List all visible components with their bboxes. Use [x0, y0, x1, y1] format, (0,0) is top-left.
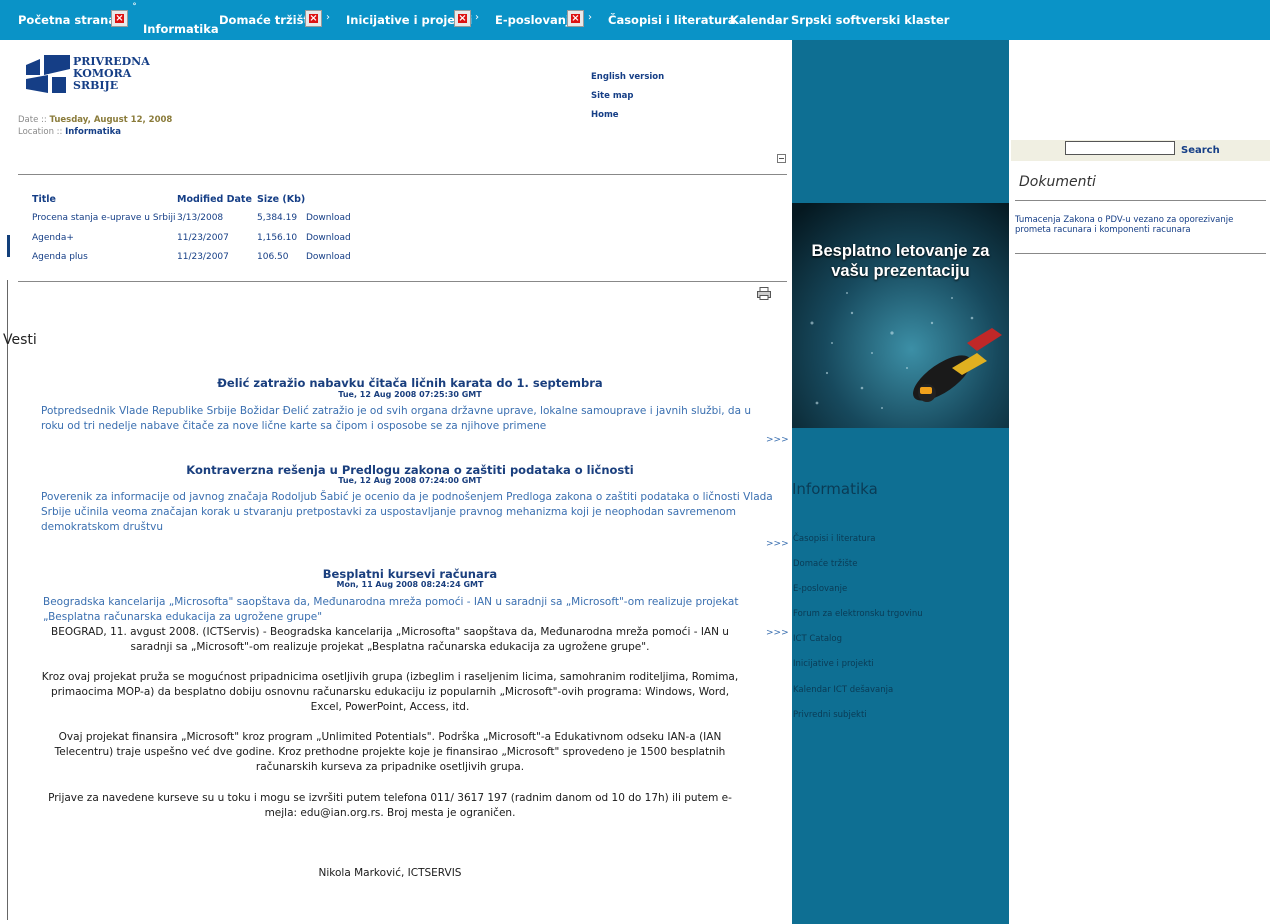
sidebar-item-privredni-subjekti[interactable]: Privredni subjekti [793, 710, 867, 720]
banner-line-1: Besplatno letovanje za [811, 242, 990, 260]
promo-banner[interactable]: Besplatno letovanje za vašu prezentaciju [792, 203, 1009, 428]
underwater-diver-image [792, 203, 1009, 428]
news-summary: Beogradska kancelarija „Microsofta" saop… [43, 596, 739, 623]
sidebar-item-ict-catalog[interactable]: ICT Catalog [793, 634, 842, 644]
divider [18, 174, 787, 175]
doc-title: Procena stanja e-uprave u Srbiji [32, 213, 176, 223]
divider [1015, 253, 1266, 254]
doc-date: 11/23/2007 [177, 252, 229, 262]
doc-size: 106.50 [257, 252, 289, 262]
location-label: Location :: [18, 127, 63, 137]
news-summary: Poverenik za informacije od javnog znača… [41, 491, 773, 533]
download-link[interactable]: Download [306, 252, 351, 262]
sidebar-item-e-poslovanje[interactable]: E-poslovanje [793, 584, 847, 594]
dokumenti-link[interactable]: Tumacenja Zakona o PDV-u vezano za opore… [1015, 215, 1260, 235]
sidebar-item-kalendar[interactable]: Kalendar ICT dešavanja [793, 685, 893, 695]
search-input[interactable] [1065, 141, 1175, 155]
print-icon[interactable] [757, 287, 771, 300]
article-paragraph: Ovaj projekat finansira „Microsoft" kroz… [54, 731, 726, 773]
news-heading: Vesti [3, 332, 37, 348]
english-version-link[interactable]: English version [591, 72, 664, 82]
nav-srpski-softverski-klaster[interactable]: Srpski softverski klaster [791, 13, 949, 27]
date-label: Date :: [18, 115, 47, 125]
home-link[interactable]: Home [591, 110, 619, 120]
broken-image-icon: × [567, 10, 584, 27]
article-paragraph: Kroz ovaj projekat pruža se mogućnost pr… [41, 671, 739, 713]
download-link[interactable]: Download [306, 233, 351, 243]
doc-date: 11/23/2007 [177, 233, 229, 243]
chevron-right-icon: › [475, 12, 479, 23]
nav-e-poslovanje[interactable]: E-poslovanje [495, 13, 578, 27]
pks-logo-icon [26, 55, 70, 93]
news-date: Mon, 11 Aug 2008 08:24:24 GMT [336, 580, 484, 589]
broken-image-icon: × [111, 10, 128, 27]
banner-text: Besplatno letovanje za vašu prezentaciju [792, 241, 1009, 281]
sidebar-item-forum[interactable]: Forum za elektronsku trgovinu [793, 609, 923, 619]
broken-image-icon: × [454, 10, 471, 27]
col-header-title: Title [32, 194, 56, 205]
doc-size: 5,384.19 [257, 213, 298, 223]
left-edge-marker [7, 235, 10, 257]
news-date: Tue, 12 Aug 2008 07:25:30 GMT [338, 390, 482, 399]
divider [18, 281, 787, 282]
chevron-right-icon: › [326, 12, 330, 23]
article-author: Nikola Marković, ICTSERVIS [318, 867, 462, 879]
sidebar-item-domace-trziste[interactable]: Domaće tržište [793, 559, 857, 569]
sidebar-item-casopisi[interactable]: Časopisi i literatura [793, 534, 876, 544]
doc-date: 3/13/2008 [177, 213, 224, 223]
sidebar-item-inicijative[interactable]: Inicijative i projekti [793, 659, 874, 669]
doc-title: Agenda+ [32, 233, 74, 243]
nav-informatika[interactable]: Informatika [143, 22, 219, 36]
dokumenti-heading: Dokumenti [1019, 174, 1096, 190]
left-edge-line [7, 280, 8, 920]
broken-image-icon: × [305, 10, 322, 27]
search-button[interactable]: Search [1181, 145, 1220, 156]
doc-size: 1,156.10 [257, 233, 298, 243]
nav-domace-trziste[interactable]: Domaće tržište [219, 13, 317, 27]
doc-title: Agenda plus [32, 252, 88, 262]
banner-line-2: vašu prezentaciju [831, 262, 970, 280]
news-title[interactable]: Đelić zatražio nabavku čitača ličnih kar… [40, 376, 780, 390]
news-title[interactable]: Kontraverzna rešenja u Predlogu zakona o… [40, 463, 780, 477]
location-value: Informatika [65, 127, 121, 137]
chevron-right-icon: › [588, 12, 592, 23]
date-line: Date :: Tuesday, August 12, 2008 [18, 115, 172, 125]
caret-icon: ˚ [132, 3, 137, 14]
date-value: Tuesday, August 12, 2008 [49, 115, 173, 125]
site-map-link[interactable]: Site map [591, 91, 634, 101]
nav-casopisi-i-literatura[interactable]: Časopisi i literatura [608, 13, 736, 27]
news-date: Tue, 12 Aug 2008 07:24:00 GMT [338, 476, 482, 485]
col-header-size: Size (Kb) [257, 194, 306, 205]
logo-text: PRIVREDNA KOMORA SRBIJE [73, 56, 150, 92]
article-paragraph: Prijave za navedene kurseve su u toku i … [48, 792, 732, 819]
news-title[interactable]: Besplatni kursevi računara [40, 567, 780, 581]
nav-pocetna-strana[interactable]: Početna strana [18, 13, 116, 27]
news-more-link[interactable]: >>> [766, 435, 789, 445]
divider [1015, 200, 1266, 201]
logo-line-3: SRBIJE [73, 79, 119, 92]
news-summary: Potpredsednik Vlade Republike Srbije Bož… [41, 405, 752, 432]
collapse-icon[interactable] [777, 154, 786, 163]
download-link[interactable]: Download [306, 213, 351, 223]
top-nav-bar: Početna strana × ˚ Informatika Domaće tr… [0, 0, 1270, 40]
col-header-modified-date: Modified Date [177, 194, 252, 205]
article-paragraph: BEOGRAD, 11. avgust 2008. (ICTServis) - … [51, 626, 729, 653]
location-line: Location :: Informatika [18, 127, 121, 137]
news-more-link[interactable]: >>> [766, 628, 789, 638]
sidebar-title: Informatika [792, 480, 878, 498]
nav-kalendar[interactable]: Kalendar [730, 13, 788, 27]
news-more-link[interactable]: >>> [766, 539, 789, 549]
